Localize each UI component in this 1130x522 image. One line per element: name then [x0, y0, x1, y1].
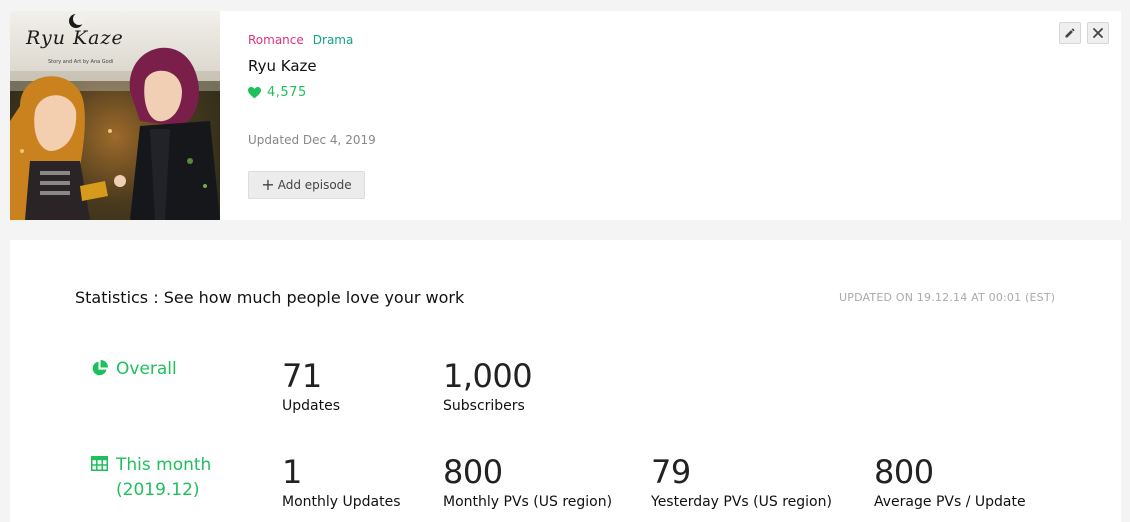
pie-chart-icon	[92, 360, 108, 376]
stat-updates: 71 Updates	[282, 358, 340, 414]
series-card: Ryu Kaze Story and Art by Ana Godi Roman…	[10, 11, 1121, 220]
stat-label: Monthly PVs (US region)	[443, 494, 613, 510]
overall-label: Overall	[91, 357, 177, 382]
edit-button[interactable]	[1059, 22, 1081, 44]
stat-label: Average PVs / Update	[874, 494, 1026, 510]
genre-drama[interactable]: Drama	[313, 33, 354, 47]
genre-romance[interactable]: Romance	[248, 33, 304, 47]
like-count: 4,575	[248, 85, 307, 100]
add-episode-label: Add episode	[277, 178, 352, 192]
this-month-label-line2: (2019.12)	[116, 480, 200, 500]
stat-value: 800	[443, 453, 503, 491]
pencil-icon	[1065, 28, 1075, 38]
cover-title: Ryu Kaze	[26, 27, 124, 49]
series-title[interactable]: Ryu Kaze	[248, 57, 317, 75]
stat-label: Updates	[282, 398, 340, 414]
updated-date: Updated Dec 4, 2019	[248, 133, 376, 147]
stat-value: 1,000	[443, 357, 533, 395]
stat-subscribers: 1,000 Subscribers	[443, 357, 533, 414]
this-month-label: This month (2019.12)	[91, 453, 211, 503]
heart-icon	[248, 86, 261, 98]
stat-value: 1	[282, 453, 302, 491]
stat-value: 71	[282, 357, 322, 395]
cover-subtitle: Story and Art by Ana Godi	[48, 59, 114, 65]
stat-value: 79	[651, 453, 691, 491]
stat-label: Yesterday PVs (US region)	[651, 494, 832, 510]
like-count-value: 4,575	[267, 85, 307, 100]
genre-list: Romance Drama	[248, 33, 353, 47]
overall-label-text: Overall	[116, 359, 177, 379]
stat-monthly-updates: 1 Monthly Updates	[282, 454, 401, 510]
statistics-title: Statistics : See how much people love yo…	[75, 288, 465, 307]
stat-average-pvs: 800 Average PVs / Update	[874, 454, 1026, 510]
add-episode-button[interactable]: + Add episode	[248, 171, 365, 199]
this-month-label-text: This month (2019.12)	[116, 453, 211, 503]
stat-label: Subscribers	[443, 398, 525, 414]
close-button[interactable]	[1087, 22, 1109, 44]
statistics-updated-on: UPDATED ON 19.12.14 AT 00:01 (EST)	[839, 291, 1056, 304]
plus-icon: +	[261, 175, 275, 194]
close-icon	[1093, 28, 1103, 38]
stat-monthly-pvs: 800 Monthly PVs (US region)	[443, 454, 612, 510]
this-month-label-line1: This month	[116, 455, 212, 475]
stat-label: Monthly Updates	[282, 494, 401, 510]
cover-image[interactable]: Ryu Kaze Story and Art by Ana Godi	[10, 11, 220, 220]
stat-yesterday-pvs: 79 Yesterday PVs (US region)	[651, 454, 832, 510]
statistics-card: Statistics : See how much people love yo…	[10, 240, 1121, 522]
stat-value: 800	[874, 453, 934, 491]
calendar-grid-icon	[91, 456, 108, 471]
